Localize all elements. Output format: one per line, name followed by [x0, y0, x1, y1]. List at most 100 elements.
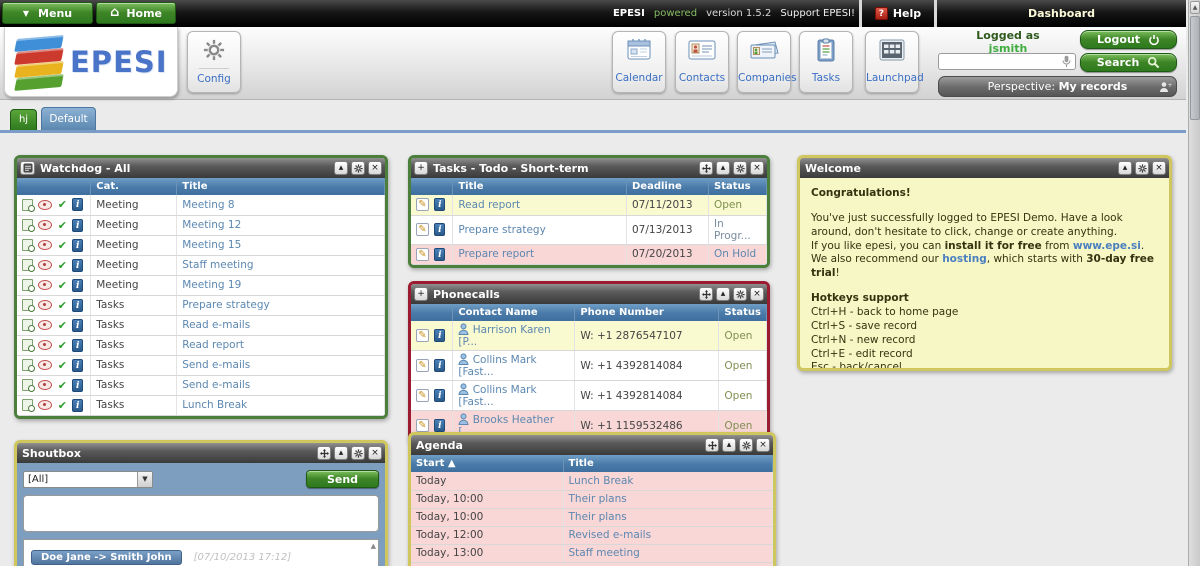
info-icon[interactable]: i — [434, 359, 445, 372]
scroll-up-icon[interactable]: ▲ — [371, 542, 376, 550]
view-record-icon[interactable] — [22, 219, 33, 231]
help-button[interactable]: ? Help — [862, 0, 934, 27]
scrollbar-up-icon[interactable]: ▲ — [1190, 1, 1200, 14]
stop-watching-icon[interactable] — [38, 320, 52, 330]
home-button[interactable]: ⌂ Home — [96, 2, 176, 24]
settings-button[interactable] — [351, 161, 365, 175]
column-header-title[interactable]: Title — [453, 178, 627, 195]
record-link[interactable]: Read report — [177, 335, 385, 355]
column-header-start[interactable]: Start ▲ — [411, 455, 563, 472]
mark-read-icon[interactable]: ✔ — [58, 279, 67, 292]
epesi-logo[interactable]: EPESI — [4, 27, 178, 97]
mark-read-icon[interactable]: ✔ — [58, 259, 67, 272]
menu-button[interactable]: ▼ Menu — [2, 2, 93, 24]
send-button[interactable]: Send — [306, 470, 379, 488]
collapse-button[interactable]: ▴ — [716, 161, 730, 175]
close-button[interactable]: × — [368, 446, 382, 460]
mark-read-icon[interactable]: ✔ — [58, 339, 67, 352]
watchdog-header[interactable]: Watchdog - All ▴ × — [17, 158, 385, 178]
add-phonecall-button[interactable]: + — [414, 287, 428, 301]
collapse-button[interactable]: ▴ — [722, 438, 736, 452]
column-header-deadline[interactable]: Deadline — [627, 178, 709, 195]
view-record-icon[interactable] — [22, 239, 33, 251]
settings-button[interactable] — [733, 161, 747, 175]
logout-button[interactable]: Logout — [1080, 30, 1177, 49]
settings-button[interactable] — [733, 287, 747, 301]
event-link[interactable]: Staff meeting — [563, 562, 773, 566]
page-scrollbar[interactable]: ▲ — [1188, 0, 1200, 566]
message-author-badge[interactable]: Doe Jane -> Smith John — [31, 550, 182, 565]
record-link[interactable]: Meeting 8 — [177, 195, 385, 215]
info-icon[interactable]: i — [72, 239, 83, 252]
settings-button[interactable] — [351, 446, 365, 460]
record-link[interactable]: Send e-mails — [177, 375, 385, 395]
view-record-icon[interactable] — [22, 379, 33, 391]
support-link[interactable]: Support EPESI! — [780, 8, 855, 19]
contact-link[interactable]: Harrison Karen [P... — [458, 324, 550, 348]
column-header-title[interactable]: Title — [563, 455, 773, 472]
settings-button[interactable] — [739, 438, 753, 452]
edit-icon[interactable]: ✎ — [416, 248, 429, 261]
contacts-button[interactable]: Contacts — [675, 31, 729, 93]
view-record-icon[interactable] — [22, 299, 33, 311]
event-link[interactable]: Their plans — [563, 490, 773, 508]
search-input[interactable] — [938, 53, 1076, 70]
recipient-select[interactable]: [All] ▼ — [23, 471, 153, 488]
edit-icon[interactable]: ✎ — [416, 198, 429, 211]
edit-icon[interactable]: ✎ — [416, 329, 429, 342]
contact-link[interactable]: Collins Mark [Fast... — [458, 354, 536, 378]
welcome-header[interactable]: Welcome ▴ × — [800, 158, 1169, 178]
close-button[interactable]: × — [1152, 161, 1166, 175]
info-icon[interactable]: i — [72, 319, 83, 332]
close-button[interactable]: × — [750, 287, 764, 301]
mark-read-icon[interactable]: ✔ — [58, 198, 67, 211]
view-record-icon[interactable] — [22, 279, 33, 291]
info-icon[interactable]: i — [434, 198, 445, 211]
mark-read-icon[interactable]: ✔ — [58, 239, 67, 252]
collapse-button[interactable]: ▴ — [1118, 161, 1132, 175]
record-link[interactable]: Meeting 19 — [177, 275, 385, 295]
search-button[interactable]: Search — [1080, 53, 1177, 72]
phonecalls-header[interactable]: + Phonecalls ▴ × — [411, 284, 767, 304]
record-link[interactable]: Lunch Break — [177, 395, 385, 415]
edit-icon[interactable]: ✎ — [416, 359, 429, 372]
info-icon[interactable]: i — [72, 379, 83, 392]
column-header-actions[interactable] — [411, 304, 453, 321]
info-icon[interactable]: i — [434, 248, 445, 261]
mark-read-icon[interactable]: ✔ — [58, 319, 67, 332]
event-link[interactable]: Staff meeting — [563, 544, 773, 562]
calendar-button[interactable]: Calendar — [612, 31, 666, 93]
info-icon[interactable]: i — [72, 339, 83, 352]
info-icon[interactable]: i — [72, 198, 83, 211]
task-link[interactable]: Prepare strategy — [453, 215, 627, 244]
companies-button[interactable]: Companies — [737, 31, 791, 93]
mark-read-icon[interactable]: ✔ — [58, 359, 67, 372]
stop-watching-icon[interactable] — [38, 400, 52, 410]
edit-icon[interactable]: ✎ — [416, 389, 429, 402]
stop-watching-icon[interactable] — [38, 380, 52, 390]
event-link[interactable]: Revised e-mails — [563, 526, 773, 544]
launchpad-button[interactable]: Launchpad — [865, 31, 919, 93]
tasks-header[interactable]: + Tasks - Todo - Short-term ▴ × — [411, 158, 767, 178]
shout-message-input[interactable] — [23, 495, 379, 532]
scrollbar-thumb[interactable] — [1190, 16, 1200, 120]
mark-read-icon[interactable]: ✔ — [58, 379, 67, 392]
info-icon[interactable]: i — [72, 399, 83, 412]
view-record-icon[interactable] — [22, 339, 33, 351]
record-link[interactable]: Send e-mails — [177, 355, 385, 375]
record-link[interactable]: Meeting 12 — [177, 215, 385, 235]
stop-watching-icon[interactable] — [38, 240, 52, 250]
contact-link[interactable]: Collins Mark [Fast... — [458, 384, 536, 408]
config-button[interactable]: Config — [187, 31, 241, 93]
stop-watching-icon[interactable] — [38, 300, 52, 310]
column-header-actions[interactable] — [411, 178, 453, 195]
mark-read-icon[interactable]: ✔ — [58, 299, 67, 312]
stop-watching-icon[interactable] — [38, 200, 52, 210]
move-button[interactable] — [699, 287, 713, 301]
tab-default[interactable]: Default — [41, 107, 96, 130]
record-link[interactable]: Meeting 15 — [177, 235, 385, 255]
event-link[interactable]: Their plans — [563, 508, 773, 526]
column-header-actions[interactable] — [17, 178, 91, 195]
collapse-button[interactable]: ▴ — [334, 161, 348, 175]
column-header-status[interactable]: Status — [709, 178, 767, 195]
